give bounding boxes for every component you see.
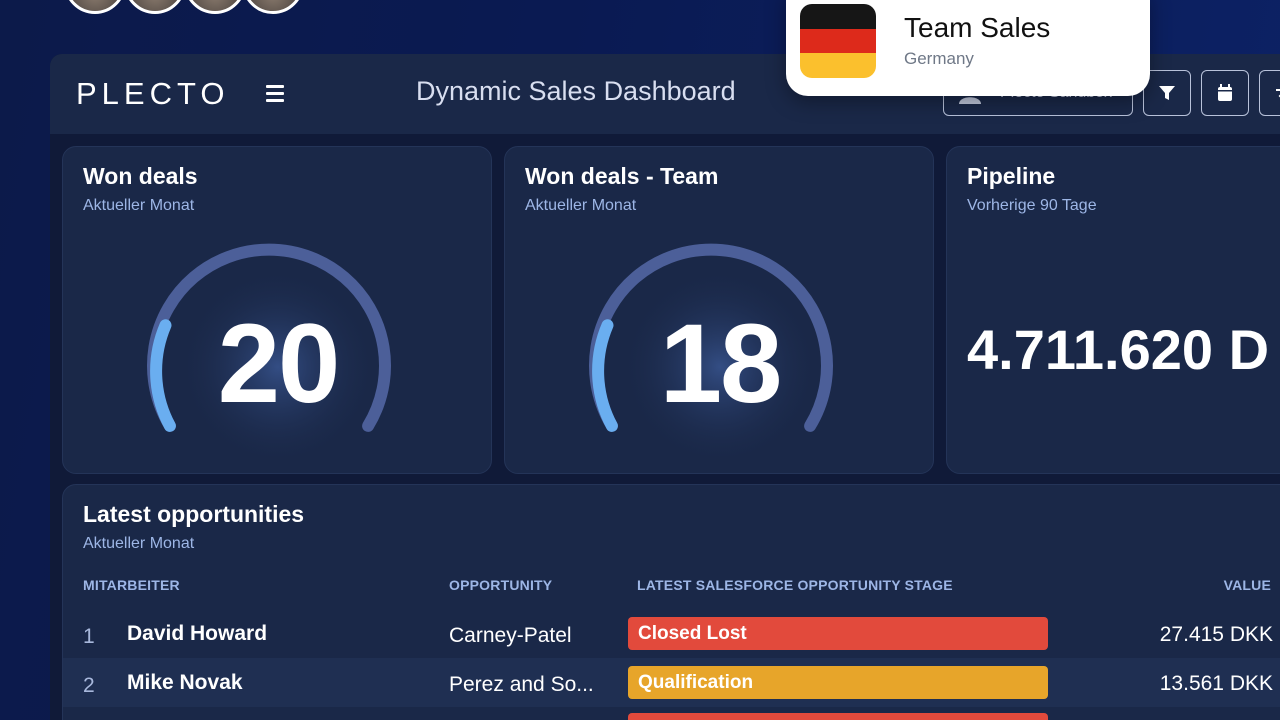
calendar-icon xyxy=(1218,84,1232,101)
column-header-opportunity[interactable]: OPPORTUNITY xyxy=(449,577,552,593)
calendar-button[interactable] xyxy=(1201,70,1249,116)
avatar[interactable] xyxy=(64,0,126,14)
notification-title: Team Sales xyxy=(904,12,1051,43)
table-row[interactable]: 1 David Howard Carney-Patel Closed Lost … xyxy=(63,609,1280,658)
card-title: Pipeline xyxy=(967,163,1056,189)
row-stage-badge: Closed Lost xyxy=(628,617,1048,650)
dashboard-title: Dynamic Sales Dashboard xyxy=(416,76,736,106)
row-opportunity: Perez and So... xyxy=(449,673,594,696)
won-deals-team-card[interactable]: Won deals - Team Aktueller Monat 18 xyxy=(504,146,934,474)
row-rank: 1 xyxy=(83,625,95,648)
avatar[interactable] xyxy=(184,0,246,14)
team-notification-card[interactable]: Team Sales Germany xyxy=(786,0,1150,96)
column-header-employee[interactable]: MITARBEITER xyxy=(83,577,180,593)
avatar[interactable] xyxy=(124,0,186,14)
card-title: Latest opportunities xyxy=(83,501,305,527)
card-subtitle: Aktueller Monat xyxy=(83,197,195,214)
card-title: Won deals xyxy=(83,163,198,189)
row-value: 27.415 DKK xyxy=(1159,623,1273,646)
menu-icon[interactable] xyxy=(266,85,288,103)
column-header-stage[interactable]: LATEST SALESFORCE OPPORTUNITY STAGE xyxy=(637,577,953,593)
row-stage-badge xyxy=(628,713,1048,720)
card-subtitle: Aktueller Monat xyxy=(83,535,195,552)
germany-flag-icon xyxy=(800,4,876,78)
table-row[interactable]: 2 Mike Novak Perez and So... Qualificati… xyxy=(63,658,1280,707)
won-deals-card[interactable]: Won deals Aktueller Monat 20 xyxy=(62,146,492,474)
column-header-value[interactable]: VALUE xyxy=(1224,577,1271,593)
latest-opportunities-card: Latest opportunities Aktueller Monat MIT… xyxy=(62,484,1280,720)
won-deals-team-value: 18 xyxy=(659,301,783,426)
filter-button[interactable] xyxy=(1143,70,1191,116)
pipeline-card[interactable]: Pipeline Vorherige 90 Tage 4.711.620 D xyxy=(946,146,1280,474)
row-value: 13.561 DKK xyxy=(1159,672,1273,695)
plecto-logo: PLECTO xyxy=(76,76,230,111)
card-subtitle: Vorherige 90 Tage xyxy=(967,197,1097,214)
share-icon xyxy=(1276,89,1280,98)
pipeline-value: 4.711.620 D xyxy=(967,318,1270,381)
row-opportunity: Carney-Patel xyxy=(449,624,572,647)
avatar[interactable] xyxy=(242,0,304,14)
row-stage-badge: Qualification xyxy=(628,666,1048,699)
filter-icon xyxy=(1159,86,1175,100)
row-rank: 2 xyxy=(83,674,95,697)
table-row[interactable] xyxy=(63,707,1280,720)
notification-subtitle: Germany xyxy=(904,49,974,68)
dashboard-panel: PLECTO Dynamic Sales Dashboard Plecto Sa… xyxy=(50,54,1280,720)
card-title: Won deals - Team xyxy=(525,163,719,189)
won-deals-value: 20 xyxy=(217,301,341,426)
share-button[interactable] xyxy=(1259,70,1280,116)
row-employee: David Howard xyxy=(127,622,268,645)
row-employee: Mike Novak xyxy=(127,671,243,694)
card-subtitle: Aktueller Monat xyxy=(525,197,637,214)
